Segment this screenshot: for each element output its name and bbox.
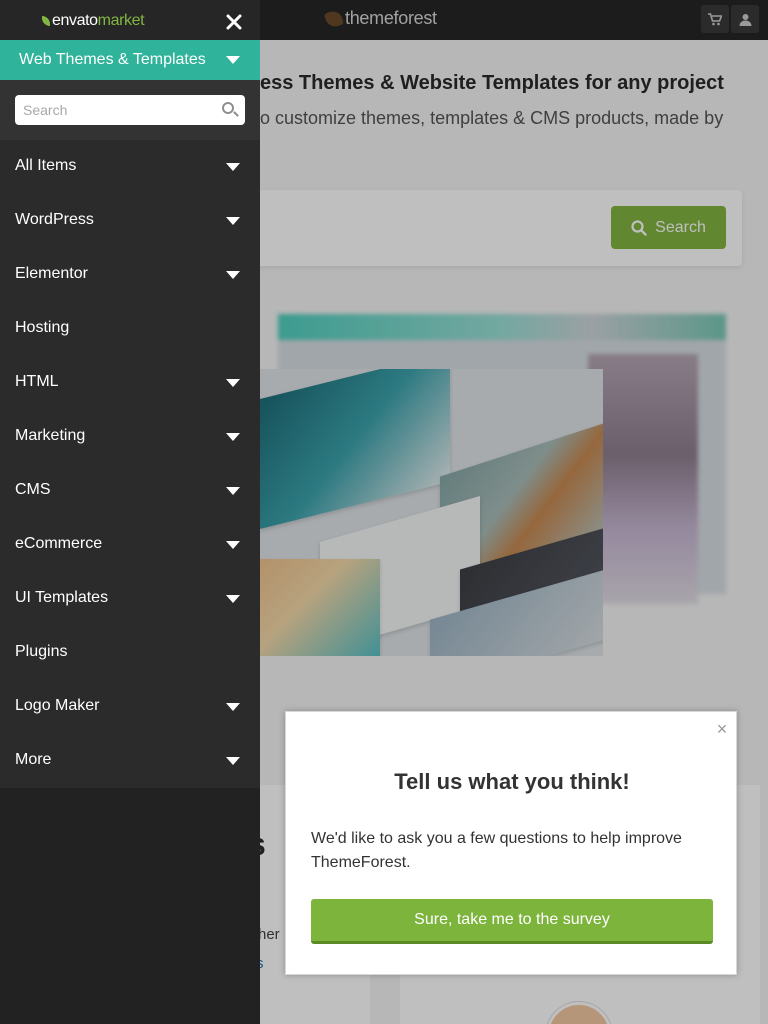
chevron-down-icon[interactable] [226,595,240,603]
chevron-down-icon[interactable] [226,163,240,171]
menu-item-label: WordPress [15,211,94,228]
modal-body-text: We'd like to ask you a few questions to … [311,830,682,871]
search-icon[interactable] [222,102,234,114]
menu-item-more[interactable]: More [0,734,260,788]
menu-item-label: Marketing [15,427,86,444]
menu-item-html[interactable]: HTML [0,356,260,410]
menu-item-cms[interactable]: CMS [0,464,260,518]
chevron-down-icon[interactable] [226,703,240,711]
menu-item-label: eCommerce [15,535,103,552]
menu-item-label: CMS [15,481,51,498]
drawer-menu: All Items WordPress Elementor Hosting HT… [0,140,260,788]
menu-item-ecommerce[interactable]: eCommerce [0,518,260,572]
take-survey-button[interactable]: Sure, take me to the survey [311,899,713,944]
menu-item-wordpress[interactable]: WordPress [0,194,260,248]
envato-leaf-icon [42,16,50,26]
drawer-header: envato market [0,0,260,40]
menu-item-label: All Items [15,157,77,174]
menu-item-plugins[interactable]: Plugins [0,626,260,680]
chevron-down-icon[interactable] [226,379,240,387]
menu-item-elementor[interactable]: Elementor [0,248,260,302]
chevron-down-icon[interactable] [226,541,240,549]
brand-part-1: envato [52,12,98,29]
modal-title: Tell us what you think! [394,769,630,794]
search-input[interactable] [15,95,245,125]
chevron-down-icon[interactable] [226,217,240,225]
chevron-down-icon[interactable] [226,487,240,495]
menu-item-logo-maker[interactable]: Logo Maker [0,680,260,734]
menu-item-ui-templates[interactable]: UI Templates [0,572,260,626]
chevron-down-icon[interactable] [226,433,240,441]
menu-item-label: Elementor [15,265,88,282]
menu-item-label: Hosting [15,319,70,336]
feedback-modal: × Tell us what you think! We'd like to a… [285,711,737,975]
close-icon[interactable] [222,10,246,34]
menu-item-hosting[interactable]: Hosting [0,302,260,356]
navigation-drawer: envato market Web Themes & Templates All… [0,0,260,1024]
drawer-search-area [0,80,260,140]
envato-market-logo[interactable]: envato market [42,12,145,30]
close-icon[interactable]: × [714,720,730,738]
category-selector-label: Web Themes & Templates [19,51,206,68]
menu-item-label: More [15,751,52,768]
menu-item-all-items[interactable]: All Items [0,140,260,194]
menu-item-label: UI Templates [15,589,109,606]
chevron-down-icon[interactable] [226,271,240,279]
menu-item-label: HTML [15,373,59,390]
menu-item-label: Plugins [15,643,68,660]
category-selector[interactable]: Web Themes & Templates [0,40,260,80]
menu-item-marketing[interactable]: Marketing [0,410,260,464]
brand-part-2: market [97,12,145,29]
chevron-down-icon [226,56,240,64]
chevron-down-icon[interactable] [226,757,240,765]
menu-item-label: Logo Maker [15,697,100,714]
